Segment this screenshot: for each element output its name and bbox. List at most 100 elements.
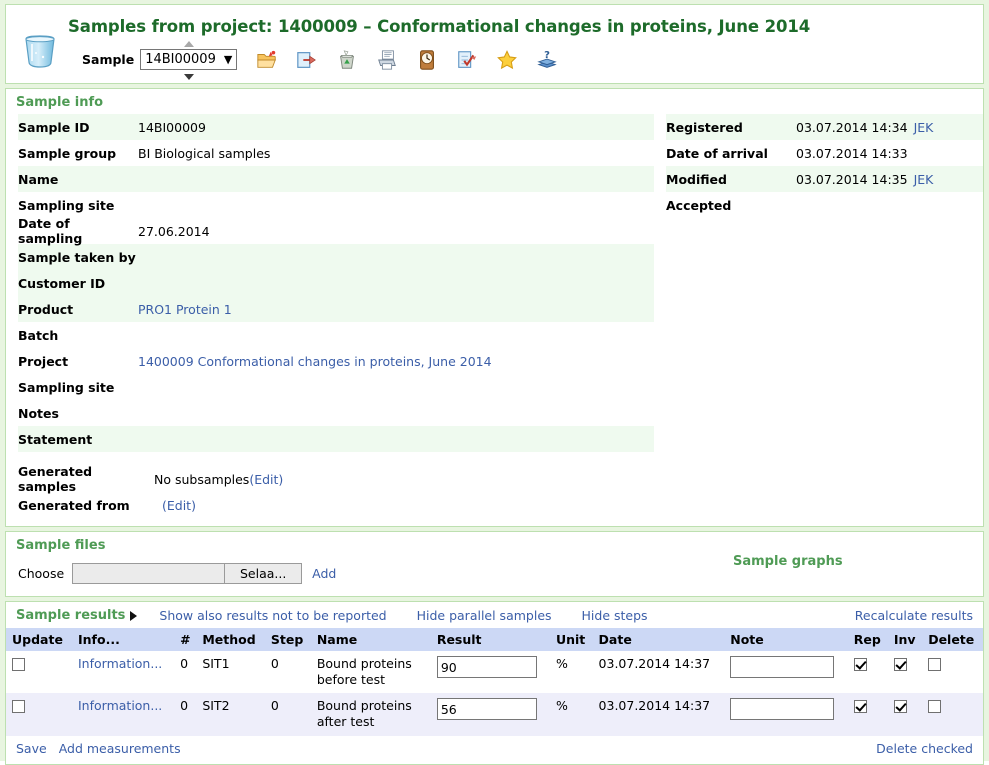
info-row: Sampling site [18,192,654,218]
info-row-value[interactable]: 1400009 Conformational changes in protei… [138,354,492,369]
table-row: Information...0SIT20Bound proteins after… [6,693,983,735]
sample-info-right-column: Registered03.07.2014 14:34JEKDate of arr… [654,114,983,452]
info-row-label: Product [18,302,138,317]
info-row: Batch [18,322,654,348]
generated-samples-row: Generated samples No subsamples(Edit) [6,466,983,492]
add-measurements-link[interactable]: Add measurements [59,741,181,756]
method-cell: SIT1 [196,651,265,693]
export-icon[interactable] [296,49,318,71]
info-row-label: Sample group [18,146,138,161]
sample-info-left-column: Sample ID14BI00009Sample groupBI Biologi… [6,114,654,452]
scroll-up-arrow-icon[interactable] [184,41,194,47]
browse-button[interactable]: Selaa... [224,564,301,583]
printer-icon[interactable] [376,49,398,71]
clock-icon[interactable] [416,49,438,71]
column-header-number: # [174,628,196,651]
note-input[interactable] [730,698,834,720]
info-row: Customer ID [18,270,654,296]
info-row-user-link[interactable]: JEK [914,172,934,187]
sample-results-panel: Sample results Show also results not to … [5,601,984,765]
update-cell [6,651,72,693]
step-cell: 0 [265,651,311,693]
result-input[interactable] [437,656,537,678]
note-input[interactable] [730,656,834,678]
scroll-down-arrow-icon[interactable] [184,74,194,80]
column-header-update: Update [6,628,72,651]
info-row: Modified03.07.2014 14:35 JEK [666,166,983,192]
delete-checkbox[interactable] [928,700,941,713]
info-cell: Information... [72,651,174,693]
update-checkbox[interactable] [12,658,25,671]
trash-icon[interactable] [336,49,358,71]
info-row-label: Registered [666,120,796,135]
sample-results-table: Update Info... # Method Step Name Result… [6,628,983,736]
info-row-label: Sampling site [18,380,138,395]
show-unreported-results-link[interactable]: Show also results not to be reported [159,608,386,623]
info-row: Sample ID14BI00009 [18,114,654,140]
generated-from-label: Generated from [18,498,154,513]
info-row-label: Date of arrival [666,146,796,161]
hide-parallel-samples-link[interactable]: Hide parallel samples [417,608,552,623]
delete-cell [922,651,983,693]
file-input-filename [73,564,224,583]
sample-results-heading: Sample results [16,608,125,623]
info-row: Sampling site [18,374,654,400]
add-file-link[interactable]: Add [312,566,336,581]
note-cell [724,651,847,693]
sample-select-wrapper: 14BI00009 ▼ [140,49,237,70]
header-panel: Samples from project: 1400009 – Conforma… [5,4,984,84]
sample-info-panel: Sample info Sample ID14BI00009 Sample gro… [5,88,984,527]
inv-checkbox[interactable] [894,700,907,713]
info-row: Sample taken by [18,244,654,270]
info-row-label: Batch [18,328,138,343]
method-cell: SIT2 [196,693,265,735]
delete-checkbox[interactable] [928,658,941,671]
info-row-label: Statement [18,432,138,447]
update-checkbox[interactable] [12,700,25,713]
recalculate-results-link[interactable]: Recalculate results [855,608,973,623]
date-cell: 03.07.2014 14:37 [593,693,725,735]
rep-checkbox[interactable] [854,700,867,713]
star-icon[interactable] [496,49,518,71]
info-row-value: 03.07.2014 14:35 [796,172,908,187]
number-cell: 0 [174,651,196,693]
column-header-name: Name [311,628,431,651]
info-row-value[interactable]: PRO1 Protein 1 [138,302,232,317]
page-title: Samples from project: 1400009 – Conforma… [68,17,810,36]
sample-select-value: 14BI00009 [145,52,216,67]
info-row-link[interactable]: 1400009 Conformational changes in protei… [138,354,492,369]
unit-cell: % [550,651,593,693]
info-row-label: Modified [666,172,796,187]
info-row: Date of sampling27.06.2014 [18,218,654,244]
delete-checked-link[interactable]: Delete checked [876,741,973,756]
info-row-user-link[interactable]: JEK [914,120,934,135]
sample-info-heading: Sample info [6,89,983,114]
checklist-icon[interactable] [456,49,478,71]
generated-from-edit-link[interactable]: (Edit) [162,498,196,513]
delete-cell [922,693,983,735]
page-root: Samples from project: 1400009 – Conforma… [0,0,989,761]
rep-cell [848,651,888,693]
info-row-link[interactable]: PRO1 Protein 1 [138,302,232,317]
sample-files-panel: Sample files Choose Selaa... Add Sample … [5,531,984,597]
note-cell [724,693,847,735]
table-header-row: Update Info... # Method Step Name Result… [6,628,983,651]
hide-steps-link[interactable]: Hide steps [582,608,648,623]
open-folder-icon[interactable] [256,49,278,71]
save-link[interactable]: Save [16,741,47,756]
information-link[interactable]: Information... [78,656,162,671]
information-link[interactable]: Information... [78,698,162,713]
info-row: Statement [18,426,654,452]
sample-select[interactable]: 14BI00009 ▼ [140,49,237,70]
column-header-step: Step [265,628,311,651]
file-input[interactable]: Selaa... [72,563,302,584]
info-row-label: Name [18,172,138,187]
inv-cell [888,651,922,693]
expand-arrow-icon[interactable] [130,611,137,621]
help-book-icon[interactable]: ? [536,49,558,71]
rep-checkbox[interactable] [854,658,867,671]
result-input[interactable] [437,698,537,720]
generated-samples-edit-link[interactable]: (Edit) [249,472,283,487]
inv-checkbox[interactable] [894,658,907,671]
info-row: Date of arrival03.07.2014 14:33 [666,140,983,166]
